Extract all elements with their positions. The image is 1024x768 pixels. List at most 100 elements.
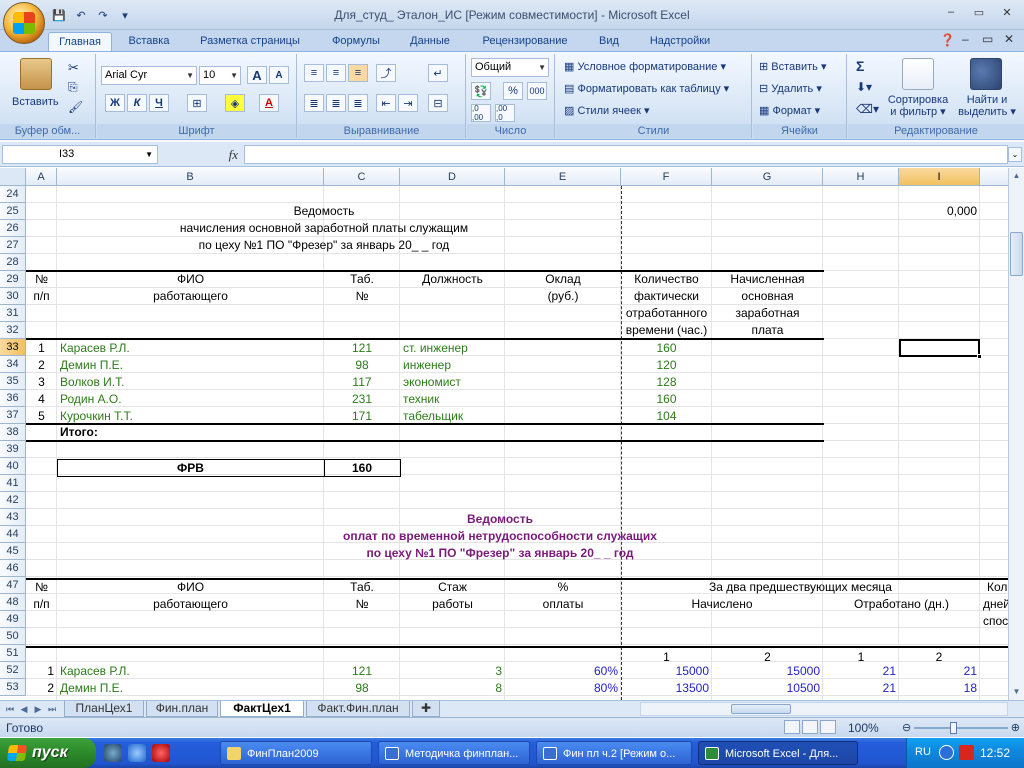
taskbar-item[interactable]: Фин пл ч.2 [Режим о...	[536, 741, 692, 765]
copy-icon[interactable]: ⎘	[68, 80, 78, 95]
row-header-29[interactable]: 29	[0, 271, 26, 288]
font-size-combo[interactable]: 10 ▼	[199, 66, 241, 85]
row-header-46[interactable]: 46	[0, 560, 26, 577]
font-name-combo[interactable]: Arial Cyr ▼	[101, 66, 197, 85]
language-indicator[interactable]: RU	[915, 746, 931, 758]
select-all-corner[interactable]	[0, 168, 26, 186]
row-header-32[interactable]: 32	[0, 322, 26, 339]
office-button[interactable]	[3, 2, 45, 44]
column-header-g[interactable]: G	[712, 168, 823, 186]
expand-formula-bar-icon[interactable]: ⌄	[1008, 147, 1022, 162]
wrap-text-icon[interactable]: ↵	[428, 64, 448, 82]
row-header-25[interactable]: 25	[0, 203, 26, 220]
row-header-48[interactable]: 48	[0, 594, 26, 611]
tab-data[interactable]: Данные	[398, 32, 462, 52]
internet-explorer-icon[interactable]	[128, 744, 146, 762]
insert-function-button[interactable]: fx	[160, 145, 244, 164]
prev-sheet-icon[interactable]: ◀	[18, 702, 30, 716]
find-select-button[interactable]: Найти и выделить ▾	[956, 94, 1018, 118]
fill-color-icon[interactable]: ◈	[225, 94, 245, 112]
borders-icon[interactable]: ⊞	[187, 94, 207, 112]
format-as-table-button[interactable]: ▤ Форматировать как таблицу ▾	[564, 82, 729, 95]
row-header-45[interactable]: 45	[0, 543, 26, 560]
increase-decimal-button[interactable]: ,0 ,00	[471, 104, 491, 122]
underline-button[interactable]: Ч	[149, 94, 169, 112]
column-header-j[interactable]	[980, 168, 1010, 186]
row-header-31[interactable]: 31	[0, 305, 26, 322]
font-color-icon[interactable]: A	[259, 94, 279, 112]
page-layout-view-icon[interactable]	[802, 720, 818, 734]
row-header-50[interactable]: 50	[0, 628, 26, 645]
row-header-53[interactable]: 53	[0, 679, 26, 696]
row-header-40[interactable]: 40	[0, 458, 26, 475]
last-sheet-icon[interactable]: ⏭	[46, 702, 58, 716]
close-button[interactable]: ✕	[994, 3, 1020, 21]
ribbon-minimize-button[interactable]: –	[962, 32, 969, 46]
cut-icon[interactable]: ✂	[68, 60, 79, 76]
tab-insert[interactable]: Вставка	[118, 32, 180, 52]
currency-icon[interactable]: 💱	[471, 82, 491, 100]
shrink-font-button[interactable]: A	[269, 66, 289, 84]
zoom-in-icon[interactable]: ⊕	[1011, 721, 1020, 734]
column-header-b[interactable]: B	[57, 168, 324, 186]
sort-filter-button[interactable]: Сортировка и фильтр ▾	[886, 94, 950, 118]
row-header-43[interactable]: 43	[0, 509, 26, 526]
align-right-icon[interactable]: ≣	[348, 94, 368, 112]
tab-review[interactable]: Рецензирование	[470, 32, 580, 52]
decrease-decimal-button[interactable]: ,00 ,0	[495, 104, 515, 122]
align-bottom-icon[interactable]: ≡	[348, 64, 368, 82]
row-header-26[interactable]: 26	[0, 220, 26, 237]
fill-handle[interactable]	[977, 354, 982, 359]
autosum-button[interactable]: Σ	[856, 58, 864, 74]
formula-input[interactable]	[244, 145, 1008, 164]
taskbar-item[interactable]: ФинПлан2009	[220, 741, 372, 765]
row-header-47[interactable]: 47	[0, 577, 26, 594]
zoom-out-icon[interactable]: ⊖	[902, 721, 911, 734]
row-header-44[interactable]: 44	[0, 526, 26, 543]
column-header-d[interactable]: D	[400, 168, 505, 186]
ribbon-close-button[interactable]: ✕	[1004, 32, 1014, 46]
worksheet-grid[interactable]: ABCDEFGHI 24 25 26 27 28 29 30 31 32 33 34 35 36 37 38…	[0, 168, 1010, 700]
grow-font-button[interactable]: A	[247, 66, 267, 84]
antivirus-icon[interactable]	[959, 745, 974, 760]
vertical-scrollbar[interactable]: ▲ ▼	[1008, 168, 1024, 700]
format-painter-icon[interactable]: 🖌	[68, 100, 83, 114]
bold-button[interactable]: Ж	[105, 94, 125, 112]
taskbar-item[interactable]: Методичка финплан...	[378, 741, 530, 765]
row-header-39[interactable]: 39	[0, 441, 26, 458]
column-header-c[interactable]: C	[324, 168, 400, 186]
tab-addins[interactable]: Надстройки	[640, 32, 720, 52]
horizontal-scroll-thumb[interactable]	[731, 704, 791, 714]
ribbon-restore-button[interactable]: ▭	[982, 32, 993, 46]
row-header-30[interactable]: 30	[0, 288, 26, 305]
delete-cells-button[interactable]: ⊟ Удалить ▾	[759, 82, 822, 95]
increase-indent-icon[interactable]: ⇥	[398, 94, 418, 112]
column-header-a[interactable]: A	[26, 168, 57, 186]
clear-icon[interactable]: ⌫▾	[856, 102, 879, 116]
row-header-42[interactable]: 42	[0, 492, 26, 509]
vertical-scroll-thumb[interactable]	[1010, 232, 1023, 276]
scroll-down-icon[interactable]: ▼	[1010, 685, 1023, 699]
start-button[interactable]: пуск	[0, 738, 96, 768]
align-middle-icon[interactable]: ≡	[326, 64, 346, 82]
scroll-up-icon[interactable]: ▲	[1010, 169, 1023, 183]
opera-icon[interactable]	[152, 744, 170, 762]
align-top-icon[interactable]: ≡	[304, 64, 324, 82]
row-header-52[interactable]: 52	[0, 662, 26, 679]
row-header-24[interactable]: 24	[0, 186, 26, 203]
binoculars-icon[interactable]	[970, 58, 1002, 90]
italic-button[interactable]: К	[127, 94, 147, 112]
insert-cells-button[interactable]: ⊞ Вставить ▾	[759, 60, 827, 73]
taskbar-item-active[interactable]: Microsoft Excel - Для...	[698, 741, 858, 765]
row-header-27[interactable]: 27	[0, 237, 26, 254]
tab-page-layout[interactable]: Разметка страницы	[188, 32, 312, 52]
sheet-tab[interactable]: Фин.план	[146, 701, 218, 717]
tab-home[interactable]: Главная	[48, 32, 112, 52]
percent-button[interactable]: %	[503, 82, 523, 100]
row-header-49[interactable]: 49	[0, 611, 26, 628]
format-cells-button[interactable]: ▦ Формат ▾	[759, 104, 820, 117]
zoom-slider[interactable]: ⊖ ⊕	[902, 721, 1020, 735]
horizontal-scrollbar[interactable]	[640, 702, 1008, 716]
sort-filter-icon[interactable]	[902, 58, 934, 90]
row-header-35[interactable]: 35	[0, 373, 26, 390]
